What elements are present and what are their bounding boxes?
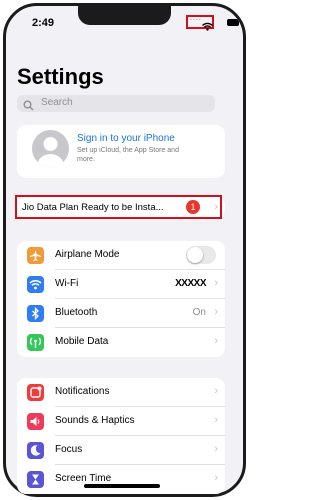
bluetooth-icon [27,305,44,322]
bluetooth-value: On [192,307,206,318]
speaker-icon [27,413,44,430]
moon-icon [27,442,44,459]
focus-label: Focus [55,444,83,455]
airplane-mode-label: Airplane Mode [55,249,120,260]
screen-time-row[interactable]: Screen Time › [17,465,225,494]
chevron-right-icon: › [214,306,218,318]
notch [78,6,171,25]
wifi-icon [27,276,44,293]
sounds-haptics-label: Sounds & Haptics [55,415,135,426]
chevron-right-icon: › [214,385,218,397]
wifi-label: Wi-Fi [55,278,79,289]
chevron-right-icon: › [214,443,218,455]
focus-row[interactable]: Focus › [17,436,225,465]
chevron-right-icon: › [214,277,218,289]
antenna-icon [27,334,44,351]
chevron-right-icon: › [214,414,218,426]
signin-subtitle: Set up iCloud, the App Store and more. [77,147,179,163]
airplane-mode-toggle[interactable] [186,246,216,264]
notifications-row[interactable]: Notifications › [17,378,225,407]
signal-dots: .... [190,15,202,22]
status-icons-highlight: .... [186,15,214,31]
chevron-right-icon: › [214,472,218,484]
airplane-mode-row[interactable]: Airplane Mode [17,241,225,270]
notifications-group: Notifications › Sounds & Haptics › Focus… [17,378,225,494]
wifi-status-icon [202,18,213,36]
sounds-haptics-row[interactable]: Sounds & Haptics › [17,407,225,436]
notifications-label: Notifications [55,386,110,397]
avatar [32,130,69,167]
mobile-data-row[interactable]: Mobile Data › [17,328,225,357]
chevron-right-icon: › [214,335,218,347]
bell-icon [27,384,44,401]
status-time: 2:49 [32,17,55,29]
bluetooth-label: Bluetooth [55,307,98,318]
search-input[interactable]: Search [17,95,215,112]
bluetooth-row[interactable]: Bluetooth On › [17,299,225,328]
wifi-row[interactable]: Wi-Fi XXXXX › [17,270,225,299]
apple-id-signin-row[interactable]: Sign in to your iPhone Set up iCloud, th… [17,125,225,178]
battery-icon [227,19,239,26]
jio-row-highlight [15,195,222,219]
signin-title: Sign in to your iPhone [77,133,175,144]
mobile-data-label: Mobile Data [55,336,109,347]
hourglass-icon [27,471,44,488]
page-title: Settings [17,64,104,89]
connectivity-group: Airplane Mode Wi-Fi XXXXX › Bluetooth On… [17,241,225,357]
airplane-icon [27,247,44,264]
search-icon [23,98,34,116]
home-indicator [84,484,160,488]
screen-time-label: Screen Time [55,473,112,484]
search-placeholder: Search [41,97,73,108]
wifi-network-value: XXXXX [175,278,206,289]
